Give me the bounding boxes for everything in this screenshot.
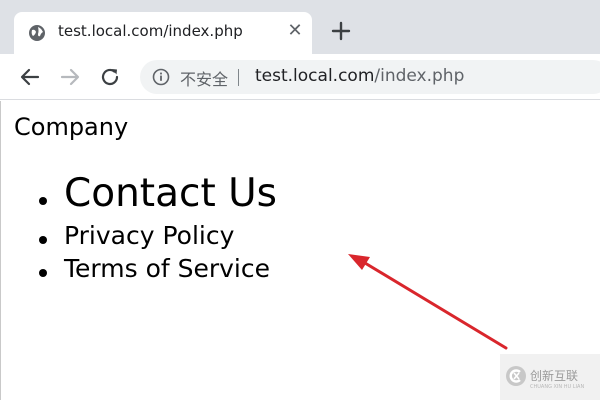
forward-arrow-icon[interactable] xyxy=(59,66,81,88)
security-status-label[interactable]: 不安全 xyxy=(180,66,228,90)
annotation-arrow xyxy=(348,254,508,350)
menu-item-label[interactable]: Terms of Service xyxy=(64,254,270,283)
watermark-text: 创新互联 xyxy=(530,369,579,383)
menu-item-label[interactable]: Privacy Policy xyxy=(64,221,234,250)
reload-icon[interactable] xyxy=(99,66,121,88)
url-host: test.local.com xyxy=(255,66,375,86)
close-icon[interactable]: ✕ xyxy=(286,22,304,40)
bullet xyxy=(39,269,47,277)
info-icon[interactable] xyxy=(152,68,170,86)
watermark: 创新互联 CHUANG XIN HU LIAN xyxy=(500,354,600,400)
watermark-subtext: CHUANG XIN HU LIAN xyxy=(530,384,585,390)
url-text[interactable]: test.local.com/index.php xyxy=(255,66,464,86)
url-path: /index.php xyxy=(374,66,465,86)
site-title: Company xyxy=(14,113,129,141)
browser-toolbar: 不安全 test.local.com/index.php xyxy=(0,54,600,100)
address-bar[interactable]: 不安全 test.local.com/index.php xyxy=(140,60,600,94)
url-divider xyxy=(238,69,239,86)
tab-title: test.local.com/index.php xyxy=(58,22,243,40)
menu-item-label[interactable]: Contact Us xyxy=(64,171,277,216)
globe-icon xyxy=(29,25,45,41)
bullet xyxy=(39,197,47,205)
back-arrow-icon[interactable] xyxy=(19,66,41,88)
plus-icon[interactable] xyxy=(330,20,352,42)
tab-strip: test.local.com/index.php ✕ xyxy=(0,0,600,54)
bullet xyxy=(39,236,47,244)
browser-tab[interactable]: test.local.com/index.php ✕ xyxy=(14,12,312,54)
watermark-logo-icon xyxy=(506,366,526,386)
